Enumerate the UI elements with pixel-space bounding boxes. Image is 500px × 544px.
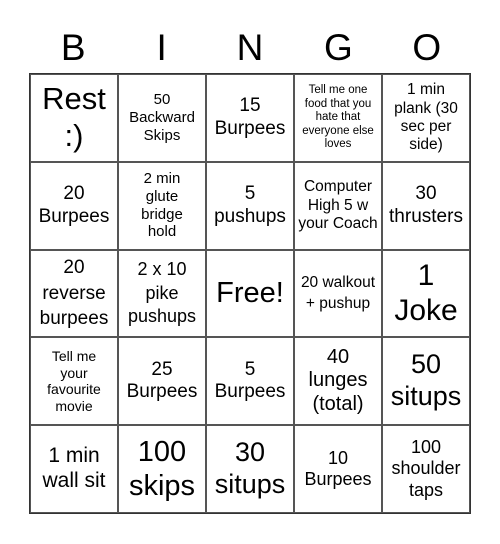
bingo-cell[interactable]: 25 Burpees	[118, 337, 206, 426]
bingo-cell[interactable]: 20 reverse burpees	[30, 249, 118, 338]
bingo-cell[interactable]: 5 Burpees	[206, 337, 294, 426]
bingo-cell[interactable]: 1 min plank (30 sec per side)	[382, 74, 470, 162]
header-letter-i: I	[156, 27, 167, 68]
bingo-header: B I N G O	[29, 24, 471, 72]
bingo-cell[interactable]: 1 min wall sit	[30, 425, 118, 513]
free-space-cell[interactable]: Free!	[206, 249, 294, 338]
bingo-cell[interactable]: 20 walkout + pushup	[294, 249, 382, 338]
bingo-cell[interactable]: Rest :)	[30, 74, 118, 162]
bingo-cell[interactable]: Computer High 5 w your Coach	[294, 161, 382, 250]
bingo-cell[interactable]: 100 skips	[118, 425, 206, 513]
bingo-cell[interactable]: 2 min glute bridge hold	[118, 161, 206, 250]
bingo-cell[interactable]: 2 x 10 pike pushups	[118, 249, 206, 338]
bingo-cell[interactable]: 1 Joke	[382, 249, 470, 338]
bingo-cell[interactable]: 30 situps	[206, 425, 294, 513]
header-letter-n: N	[236, 27, 264, 68]
header-letter-g: G	[324, 27, 353, 68]
bingo-cell[interactable]: 20 Burpees	[30, 161, 118, 250]
bingo-cell[interactable]: 100 shoulder taps	[382, 425, 470, 513]
header-letter-b: B	[60, 27, 86, 68]
bingo-cell[interactable]: 50 situps	[382, 337, 470, 426]
bingo-cell[interactable]: 30 thrusters	[382, 161, 470, 250]
bingo-cell[interactable]: 15 Burpees	[206, 74, 294, 162]
bingo-cell[interactable]: 40 lunges (total)	[294, 337, 382, 426]
bingo-cell[interactable]: 5 pushups	[206, 161, 294, 250]
bingo-cell[interactable]: 10 Burpees	[294, 425, 382, 513]
bingo-grid: Rest :) 50 Backward Skips 15 Burpees Tel…	[29, 73, 471, 514]
bingo-cell[interactable]: Tell me your favourite movie	[30, 337, 118, 426]
header-letter-o: O	[412, 27, 442, 68]
bingo-cell[interactable]: 50 Backward Skips	[118, 74, 206, 162]
bingo-cell[interactable]: Tell me one food that you hate that ever…	[294, 74, 382, 162]
